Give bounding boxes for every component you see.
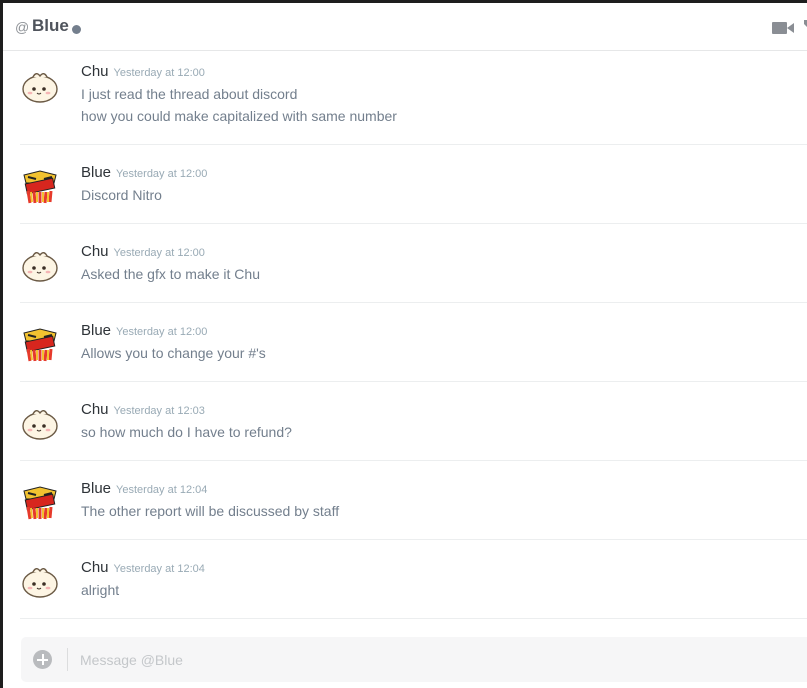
message-text: Asked the gfx to make it Chu: [81, 266, 260, 282]
message-composer: [21, 637, 807, 682]
blue-monster-avatar-icon[interactable]: [20, 481, 60, 521]
video-camera-icon[interactable]: [771, 19, 795, 37]
message-text: so how much do I have to refund?: [81, 424, 292, 440]
message-text: alright: [81, 582, 120, 598]
channel-name: Blue: [32, 16, 69, 35]
message-timestamp: Yesterday at 12:00: [113, 67, 205, 79]
message-group: Chu Yesterday at 12:00 I just read the th…: [20, 52, 807, 145]
message-group: Chu Yesterday at 12:03 so how much do I h…: [20, 382, 807, 461]
blue-monster-avatar-icon[interactable]: [20, 165, 60, 205]
author-name[interactable]: Chu: [81, 559, 109, 576]
author-name[interactable]: Blue: [81, 322, 111, 339]
message-group: Chu Yesterday at 12:04 alright: [20, 540, 807, 619]
chu-dumpling-avatar-icon[interactable]: [20, 244, 60, 284]
message-author[interactable]: Chu Yesterday at 12:04: [81, 559, 205, 576]
plus-circle-icon[interactable]: [33, 650, 52, 669]
message-timestamp: Yesterday at 12:00: [116, 326, 208, 338]
message-group: Chu Yesterday at 12:00 Asked the gfx to m…: [20, 224, 807, 303]
message-author[interactable]: Chu Yesterday at 12:03: [81, 401, 205, 418]
window-frame-left: [0, 0, 3, 688]
message-text: Discord Nitro: [81, 187, 162, 203]
message-input[interactable]: [80, 648, 780, 671]
message-text: I just read the thread about discord: [81, 86, 298, 102]
message-timestamp: Yesterday at 12:03: [113, 405, 205, 417]
message-group: Blue Yesterday at 12:00 Discord Nitro: [20, 145, 807, 224]
message-timestamp: Yesterday at 12:04: [113, 563, 205, 575]
at-symbol: @: [15, 19, 30, 35]
author-name[interactable]: Blue: [81, 480, 111, 497]
status-indicator: [72, 25, 81, 34]
author-name[interactable]: Blue: [81, 164, 111, 181]
message-group: Blue Yesterday at 12:00 Allows you to cha…: [20, 303, 807, 382]
composer-divider: [67, 648, 68, 671]
message-timestamp: Yesterday at 12:00: [116, 168, 208, 180]
message-author[interactable]: Chu Yesterday at 12:00: [81, 63, 205, 80]
phone-icon[interactable]: [802, 18, 807, 36]
author-name[interactable]: Chu: [81, 243, 109, 260]
message-text: how you could make capitalized with same…: [81, 108, 397, 124]
message-text: The other report will be discussed by st…: [81, 503, 340, 519]
author-name[interactable]: Chu: [81, 63, 109, 80]
message-group: Blue Yesterday at 12:04 The other report …: [20, 461, 807, 540]
chu-dumpling-avatar-icon[interactable]: [20, 402, 60, 442]
message-divider: [20, 618, 807, 619]
message-timestamp: Yesterday at 12:00: [113, 247, 205, 259]
chu-dumpling-avatar-icon[interactable]: [20, 65, 60, 105]
message-text: Allows you to change your #'s: [81, 345, 266, 361]
message-author[interactable]: Chu Yesterday at 12:00: [81, 243, 205, 260]
message-timestamp: Yesterday at 12:04: [116, 484, 208, 496]
chu-dumpling-avatar-icon[interactable]: [20, 560, 60, 600]
message-author[interactable]: Blue Yesterday at 12:00: [81, 164, 207, 181]
blue-monster-avatar-icon[interactable]: [20, 323, 60, 363]
channel-header: @ Blue: [3, 3, 807, 51]
message-author[interactable]: Blue Yesterday at 12:00: [81, 322, 207, 339]
message-author[interactable]: Blue Yesterday at 12:04: [81, 480, 207, 497]
author-name[interactable]: Chu: [81, 401, 109, 418]
